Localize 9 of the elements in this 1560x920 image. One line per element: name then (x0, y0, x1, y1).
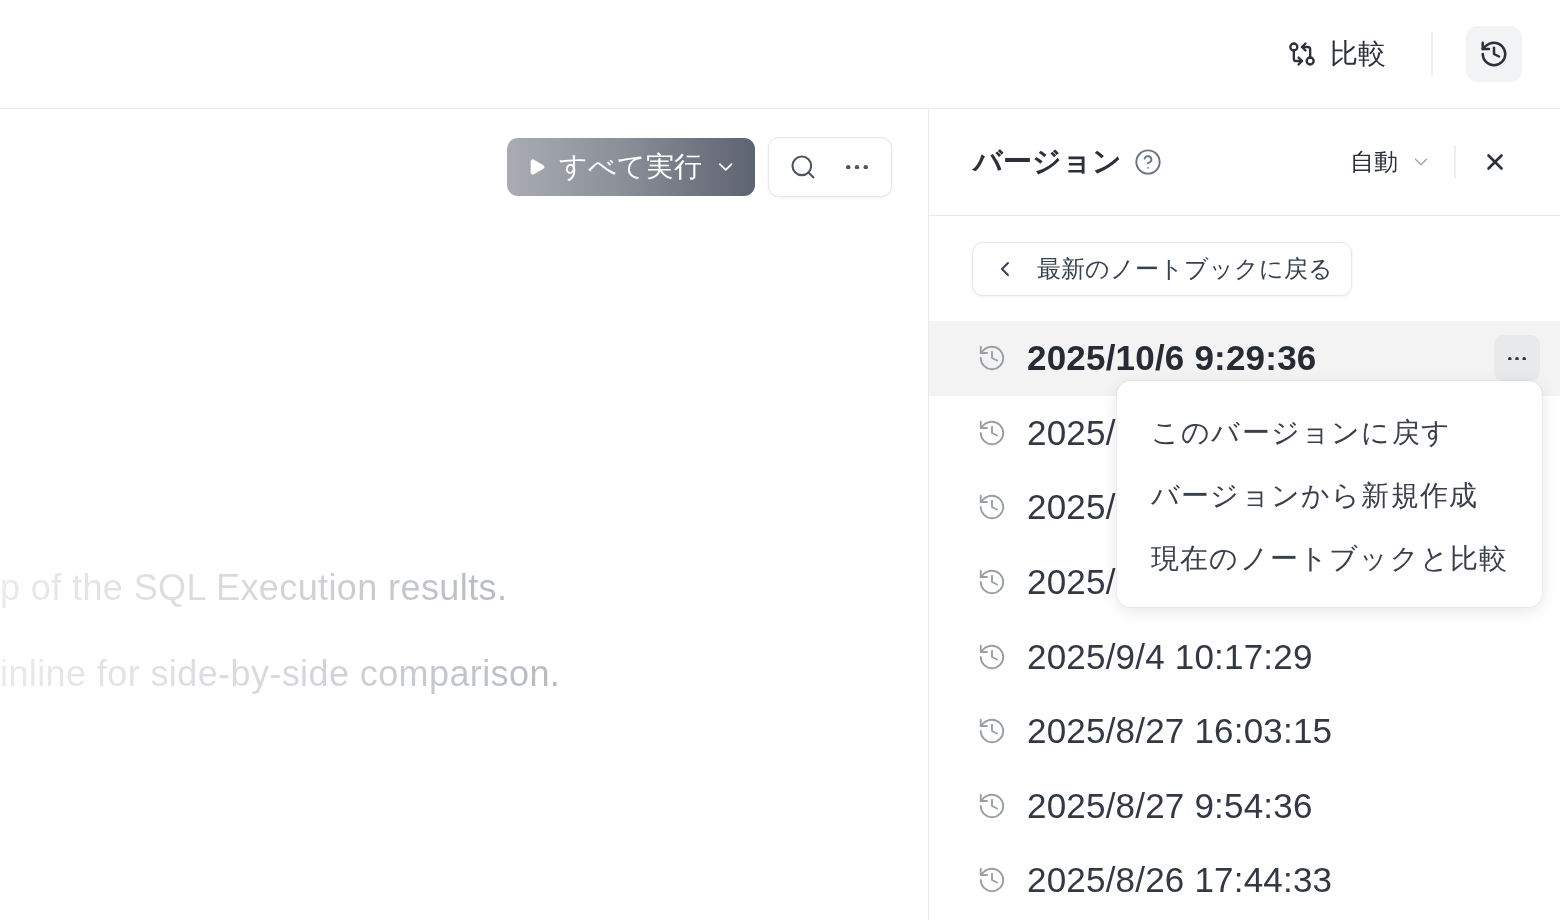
version-time: 2025/ (1027, 412, 1116, 453)
version-time: 2025/8/27 9:54:36 (1027, 785, 1313, 826)
panel-title: バージョン (973, 144, 1122, 179)
version-time: 2025/8/27 16:03:15 (1027, 711, 1333, 752)
version-time: 2025/ (1027, 562, 1116, 603)
version-time: 2025/10/6 9:29:36 (1027, 338, 1317, 379)
version-time: 2025/ (1027, 487, 1116, 528)
version-time: 2025/9/4 10:17:29 (1027, 636, 1313, 677)
version-time: 2025/8/26 17:44:33 (1027, 860, 1333, 901)
